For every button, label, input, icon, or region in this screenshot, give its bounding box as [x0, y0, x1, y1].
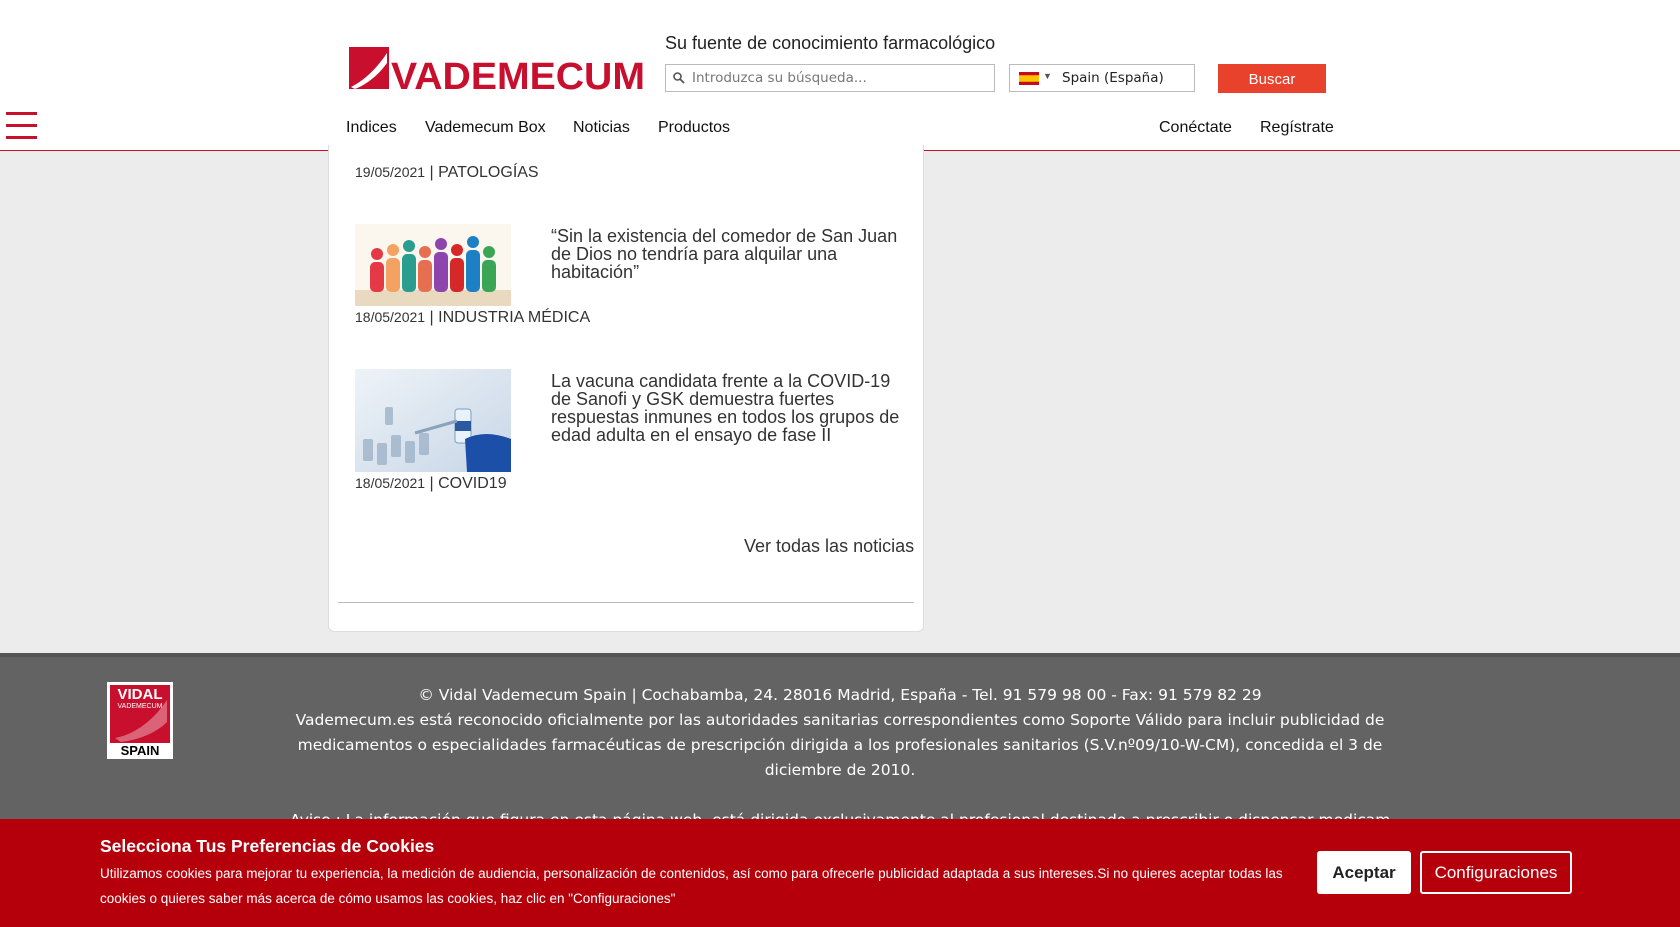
accept-cookies-button[interactable]: Aceptar — [1317, 851, 1411, 894]
search-icon — [673, 72, 685, 84]
spain-flag-icon — [1019, 72, 1039, 85]
divider — [338, 602, 914, 603]
news-date: 18/05/2021 — [355, 309, 426, 325]
nav-item-indices[interactable]: Indices — [346, 119, 397, 137]
cookie-text: Utilizamos cookies para mejorar tu exper… — [100, 866, 1283, 906]
search-box[interactable] — [665, 64, 995, 92]
cookie-title: Selecciona Tus Preferencias de Cookies — [100, 836, 435, 856]
footer-address: © Vidal Vademecum Spain | Cochabamba, 24… — [290, 683, 1390, 783]
news-date: 18/05/2021 — [355, 475, 426, 491]
country-label: Spain (España) — [1062, 70, 1164, 86]
news-meta: 18/05/2021 | COVID19 — [355, 475, 507, 492]
cookie-settings-button[interactable]: Configuraciones — [1420, 851, 1572, 894]
svg-text:VIDAL: VIDAL — [118, 686, 163, 703]
news-meta: 18/05/2021 | INDUSTRIA MÉDICA — [355, 309, 591, 326]
news-meta: 19/05/2021 | PATOLOGÍAS — [355, 164, 539, 181]
svg-text:SPAIN: SPAIN — [121, 743, 160, 758]
vaccine-vials-photo[interactable] — [355, 369, 511, 472]
see-all-news-link[interactable]: Ver todas las noticias — [744, 536, 914, 557]
svg-text:VADEMECUM: VADEMECUM — [391, 56, 645, 92]
footer-legal: Vademecum.es está reconocido oficialment… — [295, 711, 1385, 779]
news-title[interactable]: La vacuna candidata frente a la COVID-19… — [551, 372, 911, 444]
menu-icon[interactable] — [6, 112, 38, 144]
cookie-banner: Selecciona Tus Preferencias de Cookies U… — [0, 819, 1680, 927]
news-category[interactable]: PATOLOGÍAS — [438, 164, 538, 181]
nav-item-noticias[interactable]: Noticias — [573, 119, 630, 137]
register-link[interactable]: Regístrate — [1260, 119, 1334, 137]
tagline: Su fuente de conocimiento farmacológico — [665, 33, 996, 53]
vidal-vademecum-spain-logo[interactable]: VIDAL VADEMECUM SPAIN — [107, 682, 173, 759]
search-input[interactable] — [692, 65, 988, 91]
news-category[interactable]: COVID19 — [438, 475, 506, 492]
country-select[interactable]: ▼ Spain (España) — [1009, 64, 1195, 92]
login-link[interactable]: Conéctate — [1159, 119, 1232, 137]
footer-top-border — [0, 653, 1680, 657]
news-title[interactable]: “Sin la existencia del comedor de San Ju… — [551, 227, 911, 281]
nav-item-vademecum-box[interactable]: Vademecum Box — [425, 119, 546, 137]
vademecum-logo[interactable]: VADEMECUM — [349, 47, 646, 92]
search-button[interactable]: Buscar — [1218, 64, 1326, 93]
news-category[interactable]: INDUSTRIA MÉDICA — [438, 309, 590, 326]
nav-item-productos[interactable]: Productos — [658, 119, 730, 137]
news-date: 19/05/2021 — [355, 164, 426, 180]
svg-text:VADEMECUM: VADEMECUM — [118, 703, 163, 710]
site-header: VADEMECUM Su fuente de conocimiento farm… — [0, 0, 1680, 151]
chevron-down-icon: ▼ — [1043, 71, 1052, 81]
footer-contact: © Vidal Vademecum Spain | Cochabamba, 24… — [418, 686, 1262, 704]
people-group-illustration[interactable] — [355, 224, 511, 306]
